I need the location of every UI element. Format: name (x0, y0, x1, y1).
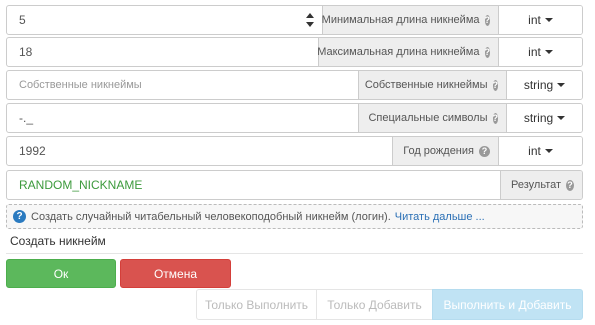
birth-year-row: 1992 Год рождения? int (6, 136, 583, 166)
special-chars-input[interactable]: -._ (7, 104, 358, 132)
special-chars-label: Специальные символы? (358, 104, 506, 132)
caret-down-icon (557, 83, 566, 87)
help-icon[interactable]: ? (566, 179, 574, 191)
min-length-type-dropdown[interactable]: int (498, 6, 582, 34)
own-nicknames-row: Собственные никнеймы Собственные никнейм… (6, 70, 583, 100)
result-label: Результат? (500, 171, 582, 199)
caret-down-icon (544, 18, 553, 22)
info-bar: ? Создать случайный читабельный человеко… (6, 204, 583, 229)
own-nicknames-type-dropdown[interactable]: string (506, 71, 582, 99)
special-chars-type-dropdown[interactable]: string (506, 104, 582, 132)
help-icon[interactable]: ? (492, 79, 498, 91)
result-value: RANDOM_NICKNAME (19, 178, 143, 192)
max-length-input[interactable]: 18 (7, 38, 318, 66)
min-length-row: 5 Минимальная длина никнейма? int (6, 5, 583, 35)
question-circle-icon: ? (13, 210, 26, 223)
min-length-input[interactable]: 5 (7, 6, 322, 34)
own-nicknames-placeholder: Собственные никнеймы (19, 79, 142, 91)
min-length-value: 5 (19, 13, 26, 27)
read-more-link[interactable]: Читать дальше ... (395, 211, 485, 223)
max-length-label: Максимальная длина никнейма? (317, 38, 498, 66)
result-output[interactable]: RANDOM_NICKNAME (7, 171, 500, 199)
own-nicknames-label: Собственные никнеймы? (358, 71, 506, 99)
caret-down-icon (557, 116, 566, 120)
birth-year-value: 1992 (19, 144, 46, 158)
divider (6, 253, 583, 254)
caret-down-icon (544, 149, 553, 153)
help-icon[interactable]: ? (484, 46, 490, 58)
run-only-button[interactable]: Только Выполнить (196, 289, 317, 320)
max-length-type-dropdown[interactable]: int (498, 38, 582, 66)
birth-year-label: Год рождения? (392, 137, 498, 165)
birth-year-input[interactable]: 1992 (7, 137, 392, 165)
run-and-add-button[interactable]: Выполнить и Добавить (432, 289, 583, 320)
max-length-row: 18 Максимальная длина никнейма? int (6, 37, 583, 67)
result-row: RANDOM_NICKNAME Результат? (6, 170, 583, 200)
help-icon[interactable]: ? (479, 145, 490, 157)
caret-down-icon (544, 50, 553, 54)
info-text: Создать случайный читабельный человекопо… (31, 210, 391, 223)
help-icon[interactable]: ? (484, 14, 490, 26)
special-chars-value: -._ (19, 111, 34, 125)
min-length-label: Минимальная длина никнейма? (322, 6, 498, 34)
own-nicknames-input[interactable]: Собственные никнеймы (7, 71, 358, 99)
birth-year-type-dropdown[interactable]: int (498, 137, 582, 165)
add-only-button[interactable]: Только Добавить (316, 289, 433, 320)
ok-button[interactable]: Ок (6, 259, 116, 288)
max-length-value: 18 (19, 45, 33, 59)
section-title: Создать никнейм (10, 234, 106, 248)
cancel-button[interactable]: Отмена (120, 259, 231, 288)
help-icon[interactable]: ? (492, 112, 498, 124)
number-spinner-icon[interactable] (305, 13, 314, 27)
special-chars-row: -._ Специальные символы? string (6, 103, 583, 133)
